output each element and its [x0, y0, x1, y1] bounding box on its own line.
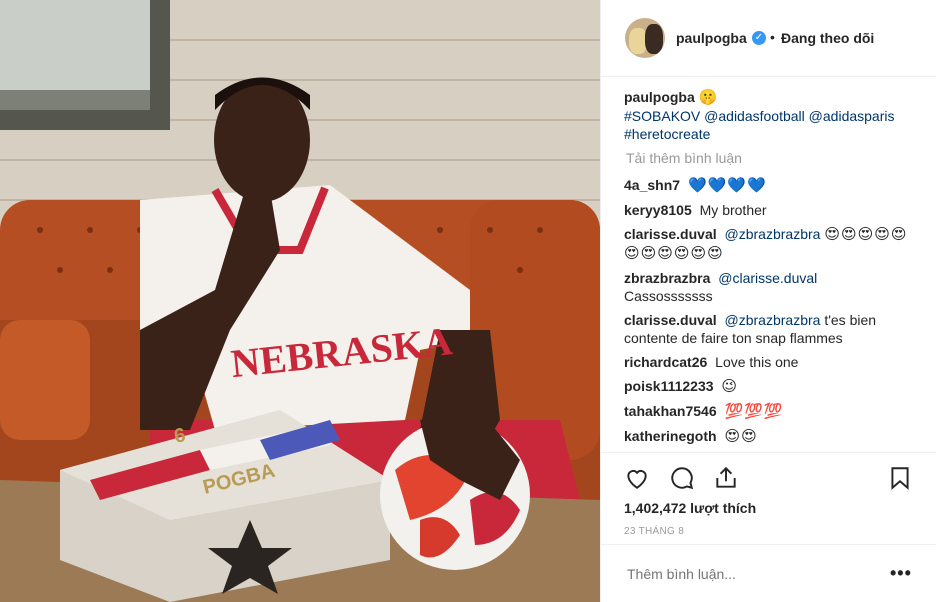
comments-list: paulpogba 🤫 #SOBAKOV @adidasfootball @adi…: [624, 88, 919, 452]
comment-text: Love this one: [715, 354, 799, 370]
mention-link[interactable]: @zbrazbrazbra: [725, 312, 821, 328]
comment: clarisse.duval @zbrazbrazbra 😍😍😍😍😍😍😍😍😍😍😍: [624, 225, 919, 263]
comment: 4a_shn7 💙💙💙💙: [624, 176, 919, 195]
comment: clarisse.duval @zbrazbrazbra t'es bien c…: [624, 311, 919, 347]
mention-link[interactable]: @adidasparis: [809, 108, 895, 124]
comment: katherinegoth 😍😍: [624, 427, 919, 446]
post-header: paulpogba ✓ • Đang theo dõi: [601, 0, 936, 77]
comment-input[interactable]: [625, 565, 869, 583]
more-options-button[interactable]: •••: [890, 563, 912, 584]
comment-text: 😍😍: [724, 428, 758, 445]
comment-text: Cassosssssss: [624, 288, 713, 304]
comment-username[interactable]: keryy8105: [624, 202, 692, 218]
avatar[interactable]: [625, 18, 665, 58]
comment: poisk1112233 😉: [624, 377, 919, 396]
comment-username[interactable]: katherinegoth: [624, 428, 717, 444]
comment-text: 💯💯💯: [724, 403, 784, 420]
comment-username[interactable]: tahakhan7546: [624, 403, 717, 419]
instagram-post: POGBA 6 NEBRASKA paulpogba ✓ • Đang theo…: [0, 0, 936, 602]
hashtag-link[interactable]: #heretocreate: [624, 126, 710, 142]
caption-username[interactable]: paulpogba: [624, 89, 695, 105]
mention-link[interactable]: @zbrazbrazbra: [725, 226, 821, 242]
comment: keryy8105 My brother: [624, 201, 919, 219]
comment-username[interactable]: clarisse.duval: [624, 226, 717, 242]
post-panel: paulpogba ✓ • Đang theo dõi paulpogba 🤫 #…: [600, 0, 936, 602]
post-date: 23 THÁNG 8: [624, 526, 685, 537]
comment-username[interactable]: 4a_shn7: [624, 177, 680, 193]
add-comment-bar: •••: [601, 544, 936, 602]
comment-icon[interactable]: [669, 465, 695, 491]
comment: zbrazbrazbra @clarisse.duval Cassossssss…: [624, 269, 919, 305]
header-username[interactable]: paulpogba: [676, 30, 747, 46]
heart-icon[interactable]: [624, 465, 650, 491]
mention-link[interactable]: @adidasfootball: [704, 108, 805, 124]
comment-username[interactable]: zbrazbrazbra: [624, 270, 710, 286]
bookmark-icon[interactable]: [887, 465, 913, 491]
verified-badge-icon: ✓: [752, 31, 766, 45]
caption-emoji: 🤫: [698, 89, 719, 106]
post-photo[interactable]: POGBA 6 NEBRASKA: [0, 0, 600, 602]
photo-illustration: POGBA 6 NEBRASKA: [0, 0, 600, 602]
comment-text: My brother: [699, 202, 767, 218]
caption: paulpogba 🤫 #SOBAKOV @adidasfootball @adi…: [624, 88, 919, 143]
header-separator: •: [770, 29, 775, 45]
comment: richardcat26 Love this one: [624, 353, 919, 371]
comment-username[interactable]: richardcat26: [624, 354, 707, 370]
comment-username[interactable]: poisk1112233: [624, 378, 714, 394]
load-more-comments-button[interactable]: Tải thêm bình luận: [626, 149, 919, 167]
comment-username[interactable]: clarisse.duval: [624, 312, 717, 328]
hashtag-link[interactable]: #SOBAKOV: [624, 108, 700, 124]
comment-text: 💙💙💙💙: [687, 177, 767, 194]
mention-link[interactable]: @clarisse.duval: [718, 270, 817, 286]
comment-text: 😉: [721, 378, 739, 395]
following-button[interactable]: Đang theo dõi: [781, 30, 874, 46]
share-icon[interactable]: [713, 465, 739, 491]
comment: tahakhan7546 💯💯💯: [624, 402, 919, 421]
action-bar: [601, 452, 936, 502]
likes-count[interactable]: 1,402,472 lượt thích: [624, 500, 756, 516]
